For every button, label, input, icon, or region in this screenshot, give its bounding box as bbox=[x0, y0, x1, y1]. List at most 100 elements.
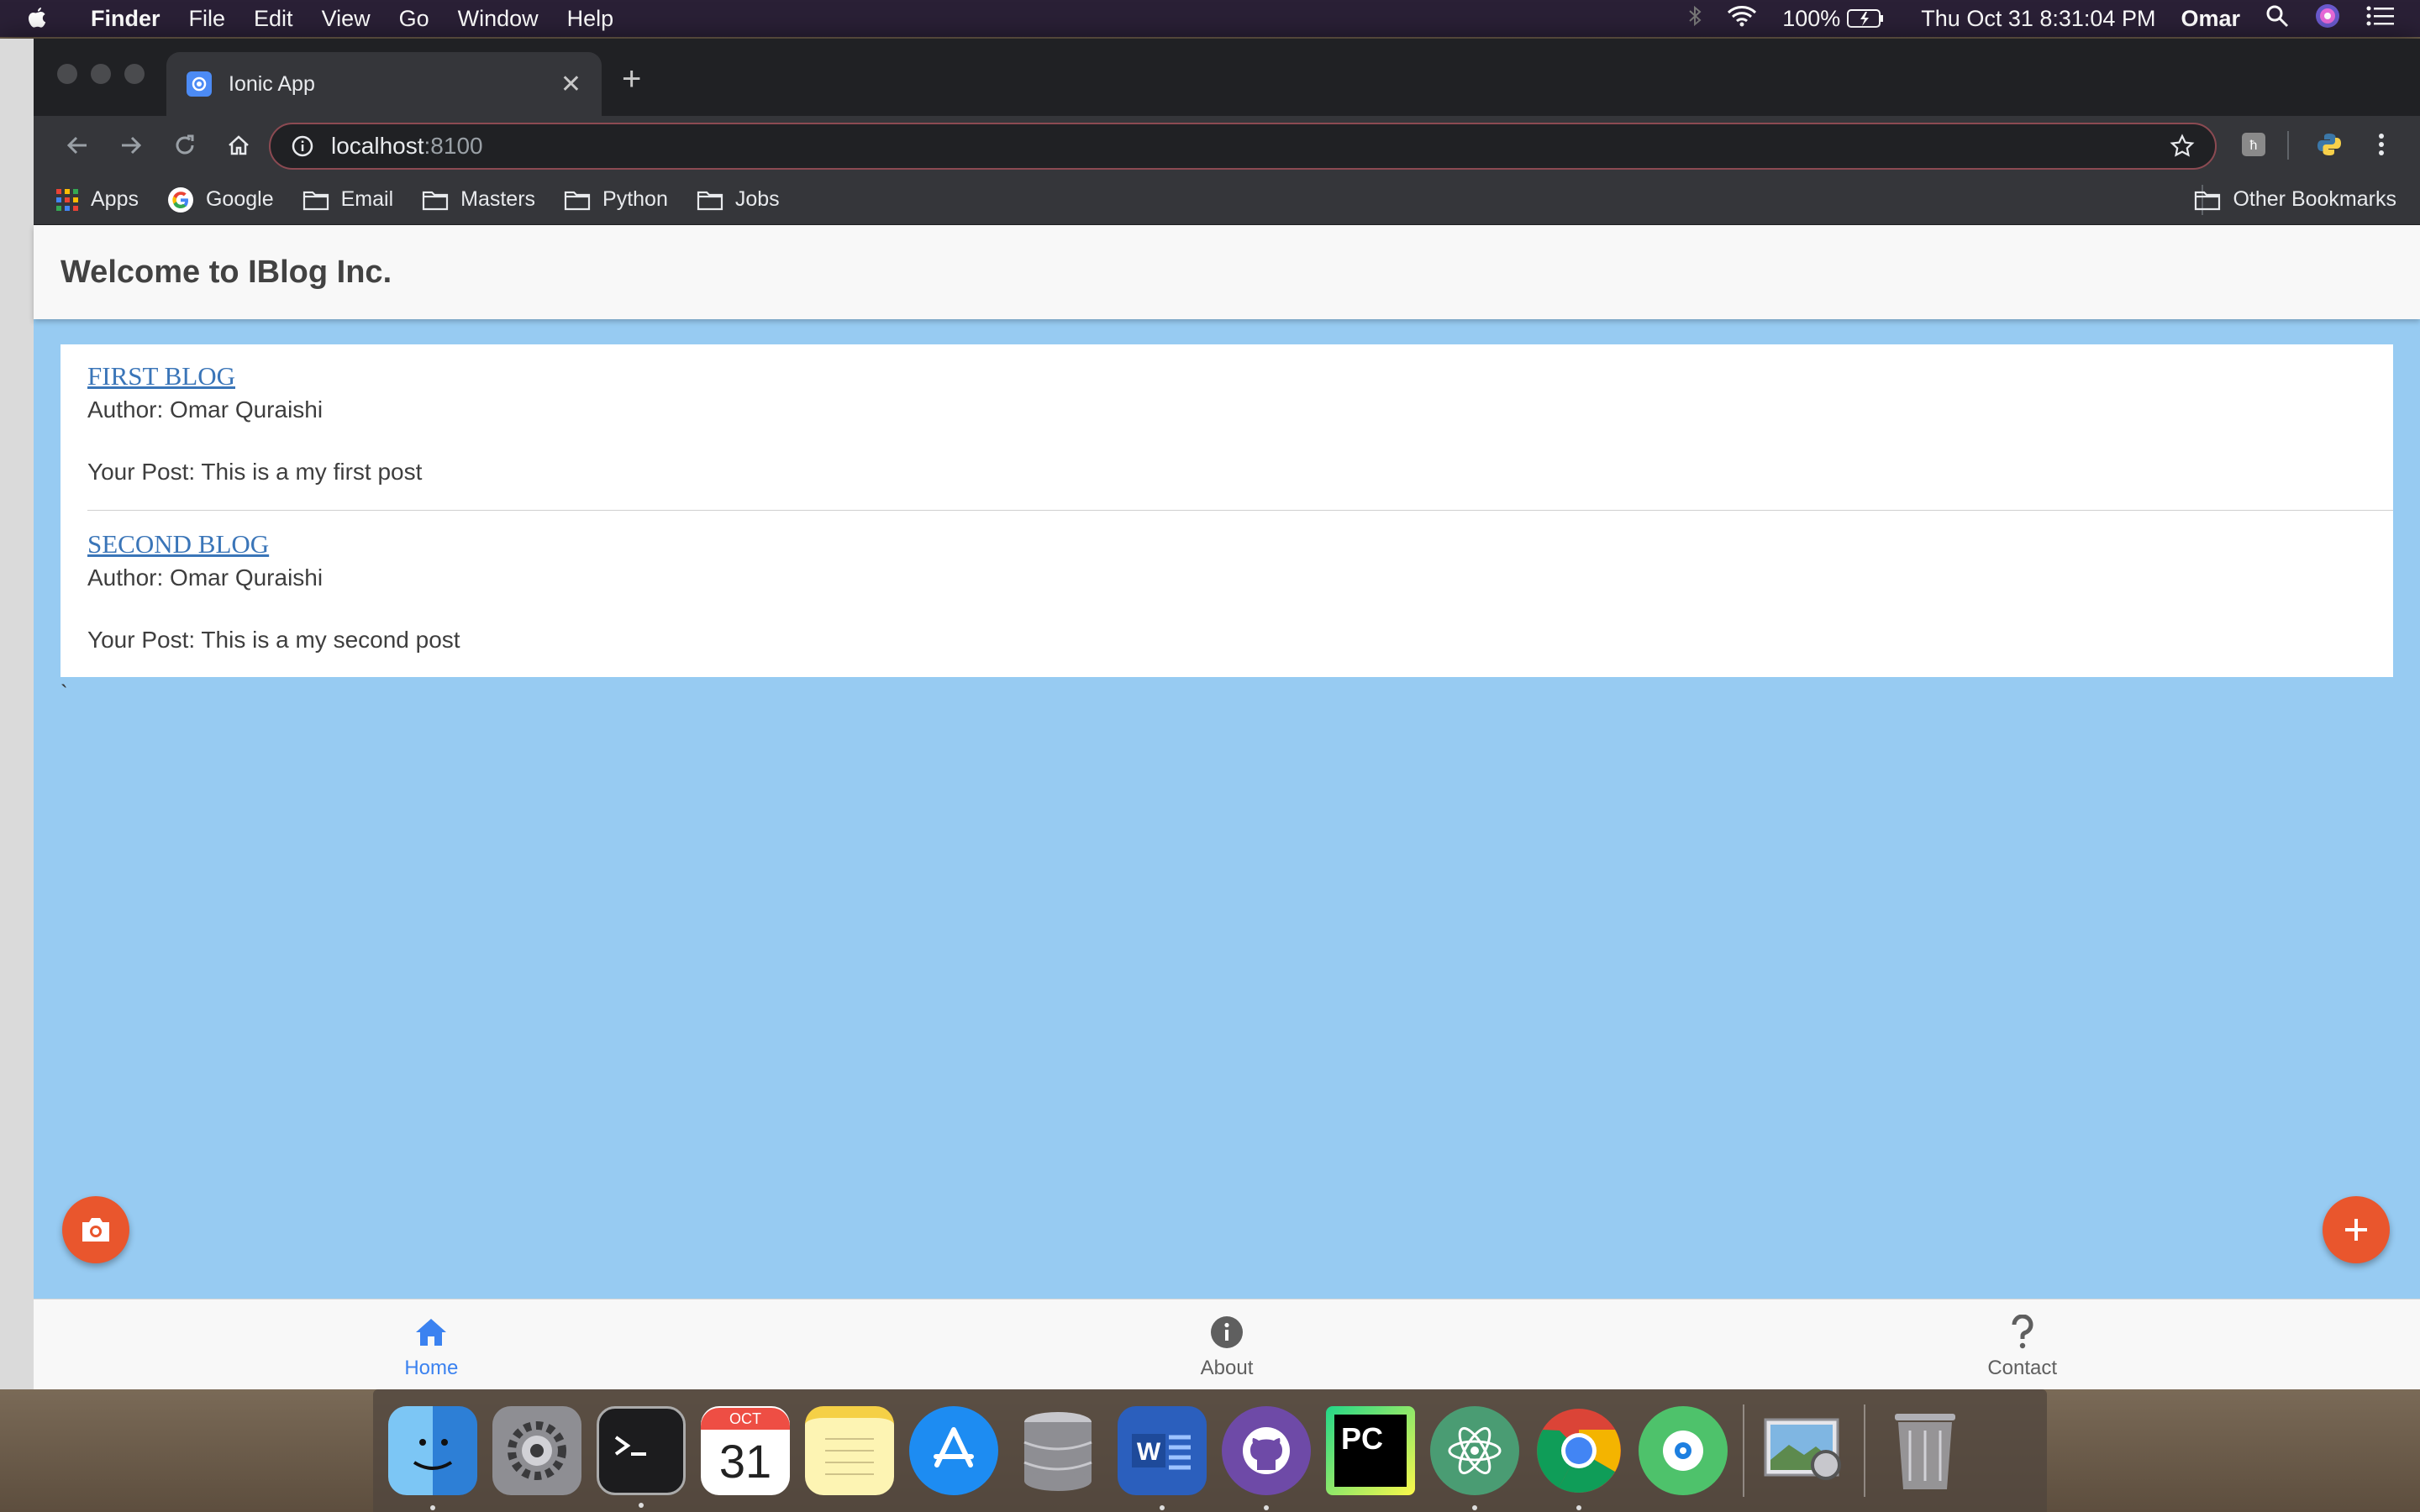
bookmark-label: Python bbox=[602, 187, 668, 211]
svg-text:W: W bbox=[1137, 1438, 1161, 1466]
menu-window[interactable]: Window bbox=[458, 6, 539, 32]
zoom-window-button[interactable] bbox=[124, 64, 145, 84]
ionic-app-content: Welcome to IBlog Inc. FIRST BLOG Author:… bbox=[34, 225, 2420, 1389]
home-button-icon[interactable] bbox=[212, 118, 266, 172]
browser-window: Ionic App ✕ + localhost:8100 ħ Apps Goo… bbox=[0, 39, 2420, 1389]
bookmark-other[interactable]: Other Bookmarks bbox=[2194, 187, 2396, 212]
svg-text:ħ: ħ bbox=[2250, 139, 2258, 153]
notification-center-icon[interactable] bbox=[2366, 5, 2395, 33]
blog-title-link[interactable]: SECOND BLOG bbox=[87, 529, 269, 559]
list-item: FIRST BLOG Author: Omar Quraishi Your Po… bbox=[87, 344, 2393, 511]
address-port: :8100 bbox=[424, 133, 483, 159]
app-store-icon[interactable] bbox=[909, 1406, 998, 1495]
ionic-favicon-icon bbox=[187, 71, 212, 97]
new-tab-icon[interactable]: + bbox=[622, 60, 641, 98]
clock[interactable]: Thu Oct 31 8:31:04 PM bbox=[1921, 6, 2155, 32]
close-tab-icon[interactable]: ✕ bbox=[560, 70, 581, 99]
page-title: Welcome to IBlog Inc. bbox=[60, 254, 392, 290]
back-icon[interactable] bbox=[50, 118, 104, 172]
siri-icon[interactable] bbox=[2314, 3, 2341, 35]
menu-file[interactable]: File bbox=[189, 6, 226, 32]
address-host: localhost bbox=[331, 133, 424, 159]
tab-home[interactable]: Home bbox=[34, 1299, 829, 1389]
calendar-month: OCT bbox=[701, 1408, 790, 1430]
blog-post-text: Your Post: This is a my second post bbox=[87, 627, 460, 653]
browser-tab[interactable]: Ionic App ✕ bbox=[166, 52, 602, 116]
bookmark-google[interactable]: Google bbox=[167, 186, 274, 213]
word-icon[interactable]: W bbox=[1118, 1406, 1207, 1510]
blog-author: Author: Omar Quraishi bbox=[87, 396, 324, 423]
plus-icon bbox=[2345, 1219, 2367, 1241]
close-window-button[interactable] bbox=[57, 64, 77, 84]
terminal-icon[interactable] bbox=[597, 1406, 686, 1508]
python-extension-icon[interactable] bbox=[2312, 128, 2346, 161]
folder-icon bbox=[697, 191, 723, 210]
forward-icon[interactable] bbox=[104, 118, 158, 172]
dock: OCT 31 W PC bbox=[373, 1389, 2047, 1512]
calendar-day: 31 bbox=[718, 1435, 772, 1488]
blog-author: Author: Omar Quraishi bbox=[87, 564, 324, 591]
atom-icon[interactable] bbox=[1430, 1406, 1519, 1510]
chrome-icon[interactable] bbox=[1534, 1406, 1623, 1510]
tab-contact[interactable]: Contact bbox=[1624, 1299, 2420, 1389]
preview-icon[interactable] bbox=[1760, 1406, 1849, 1495]
extension-icon[interactable]: ħ bbox=[2237, 128, 2270, 161]
add-post-fab-button[interactable] bbox=[2323, 1196, 2390, 1263]
bookmark-label: Google bbox=[205, 187, 274, 211]
tab-label: Home bbox=[404, 1357, 459, 1379]
browser-toolbar: localhost:8100 ħ bbox=[34, 116, 2420, 175]
bookmark-label: Jobs bbox=[734, 187, 780, 211]
menu-help[interactable]: Help bbox=[567, 6, 614, 32]
browser-menu-icon[interactable] bbox=[2365, 128, 2398, 161]
menu-go[interactable]: Go bbox=[399, 6, 429, 32]
tab-label: Contact bbox=[1987, 1357, 2058, 1379]
reload-icon[interactable] bbox=[158, 118, 212, 172]
pycharm-icon[interactable]: PC bbox=[1326, 1406, 1415, 1495]
site-info-icon[interactable] bbox=[291, 134, 314, 158]
bookmark-star-icon[interactable] bbox=[2170, 134, 2195, 159]
bluetooth-icon[interactable] bbox=[1688, 5, 1702, 33]
camera-fab-button[interactable] bbox=[62, 1196, 129, 1263]
battery-percent: 100% bbox=[1782, 5, 1841, 31]
home-icon bbox=[414, 1313, 448, 1352]
trash-icon[interactable] bbox=[1881, 1406, 1970, 1495]
tab-about[interactable]: About bbox=[829, 1299, 1625, 1389]
dock-divider bbox=[1864, 1404, 1865, 1497]
wifi-icon[interactable] bbox=[1727, 5, 1757, 33]
bookmark-label: Masters bbox=[460, 187, 536, 211]
menu-finder[interactable]: Finder bbox=[91, 6, 160, 32]
blog-post-text: Your Post: This is a my first post bbox=[87, 459, 423, 485]
apps-grid-icon bbox=[56, 188, 78, 211]
bookmark-label: Email bbox=[340, 187, 394, 211]
menu-bar: Finder File Edit View Go Window Help 100… bbox=[0, 0, 2420, 37]
blog-list: FIRST BLOG Author: Omar Quraishi Your Po… bbox=[60, 344, 2393, 677]
menu-edit[interactable]: Edit bbox=[254, 6, 293, 32]
minimize-window-button[interactable] bbox=[91, 64, 111, 84]
bookmark-jobs[interactable]: Jobs bbox=[697, 187, 780, 212]
finder-icon[interactable] bbox=[388, 1406, 477, 1510]
battery-icon[interactable] bbox=[1847, 8, 1884, 29]
tab-strip: Ionic App ✕ + bbox=[34, 39, 2420, 116]
bottom-tab-bar: Home About Contact bbox=[34, 1299, 2420, 1389]
tab-title: Ionic App bbox=[229, 71, 315, 96]
bookmark-email[interactable]: Email bbox=[302, 187, 394, 212]
camera-icon bbox=[82, 1218, 109, 1242]
blog-title-link[interactable]: FIRST BLOG bbox=[87, 361, 235, 391]
bookmark-label: Other Bookmarks bbox=[2233, 187, 2396, 211]
dock-divider bbox=[1743, 1404, 1744, 1497]
database-icon[interactable] bbox=[1013, 1406, 1102, 1495]
address-bar[interactable]: localhost:8100 bbox=[269, 123, 2217, 170]
bookmark-apps[interactable]: Apps bbox=[55, 187, 139, 212]
bookmark-masters[interactable]: Masters bbox=[422, 187, 535, 212]
spotlight-icon[interactable] bbox=[2265, 4, 2289, 34]
system-preferences-icon[interactable] bbox=[492, 1406, 581, 1495]
find-my-icon[interactable] bbox=[1639, 1406, 1728, 1495]
github-icon[interactable] bbox=[1222, 1406, 1311, 1510]
calendar-icon[interactable]: OCT 31 bbox=[701, 1406, 790, 1495]
user-name[interactable]: Omar bbox=[2181, 6, 2240, 32]
menu-view[interactable]: View bbox=[322, 6, 371, 32]
notes-icon[interactable] bbox=[805, 1406, 894, 1495]
apple-icon[interactable] bbox=[25, 6, 50, 31]
bookmark-python[interactable]: Python bbox=[564, 187, 668, 212]
info-icon bbox=[1209, 1313, 1244, 1352]
